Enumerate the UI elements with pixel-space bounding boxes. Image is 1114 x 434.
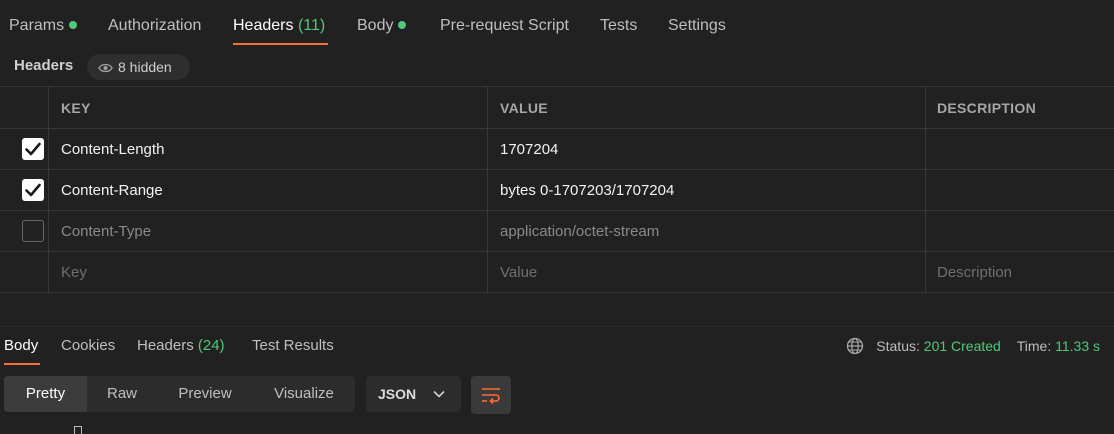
view-mode-selector: Pretty Raw Preview Visualize [4, 376, 355, 412]
row-checkbox[interactable] [22, 179, 44, 201]
new-value-input[interactable]: Value [488, 252, 926, 292]
response-tab-cookies[interactable]: Cookies [61, 327, 115, 365]
tab-settings[interactable]: Settings [668, 0, 726, 46]
view-visualize-button[interactable]: Visualize [253, 376, 355, 412]
row-checkbox[interactable] [22, 138, 44, 160]
view-pretty-button[interactable]: Pretty [4, 376, 87, 412]
status-label: Status: [876, 338, 920, 354]
response-time[interactable]: 11.33 s [1055, 338, 1100, 354]
tab-headers[interactable]: Headers (11) [233, 0, 325, 46]
active-tab-indicator [233, 43, 328, 45]
header-key-cell[interactable]: Content-Length [49, 129, 488, 169]
hidden-headers-toggle[interactable]: 8 hidden [87, 54, 190, 80]
column-value: VALUE [488, 87, 926, 128]
column-key: KEY [49, 87, 488, 128]
tab-body[interactable]: Body [357, 0, 407, 46]
header-value-cell[interactable]: 1707204 [488, 129, 926, 169]
wrap-lines-icon [482, 388, 500, 404]
response-status-area: Status: 201 Created Time: 11.33 s [846, 327, 1100, 365]
view-raw-button[interactable]: Raw [87, 376, 157, 412]
time-label: Time: [1016, 338, 1052, 354]
header-value-cell[interactable]: application/octet-stream [488, 211, 926, 251]
response-body-fragment [74, 426, 82, 434]
response-headers-count: (24) [197, 337, 225, 354]
chevron-down-icon [433, 390, 445, 398]
response-tab-test-results[interactable]: Test Results [252, 327, 334, 365]
new-description-input[interactable]: Description [926, 252, 1114, 292]
headers-table: KEY VALUE DESCRIPTION Content-Length 170… [0, 86, 1114, 293]
table-row: Content-Type application/octet-stream [0, 211, 1114, 252]
header-key-cell[interactable]: Content-Range [49, 170, 488, 210]
table-row: Content-Length 1707204 [0, 129, 1114, 170]
header-value-cell[interactable]: bytes 0-1707203/1707204 [488, 170, 926, 210]
view-preview-button[interactable]: Preview [157, 376, 253, 412]
new-header-row: Key Value Description [0, 252, 1114, 293]
active-response-tab-indicator [4, 363, 40, 365]
body-modified-dot [398, 21, 407, 29]
table-row: Content-Range bytes 0-1707203/1707204 [0, 170, 1114, 211]
new-key-input[interactable]: Key [49, 252, 488, 292]
table-header-row: KEY VALUE DESCRIPTION [0, 87, 1114, 129]
response-tab-body[interactable]: Body [4, 327, 38, 365]
header-key-cell[interactable]: Content-Type [49, 211, 488, 251]
status-code[interactable]: 201 Created [924, 338, 1001, 354]
headers-section-title: Headers [14, 57, 74, 74]
globe-icon[interactable] [846, 337, 864, 355]
response-tabs: Body Cookies Headers (24) Test Results S… [0, 326, 1114, 366]
tab-tests[interactable]: Tests [600, 0, 637, 46]
format-select[interactable]: JSON [366, 376, 461, 412]
header-description-cell[interactable] [926, 129, 1114, 169]
check-icon [25, 183, 41, 197]
eye-icon [98, 63, 113, 73]
row-checkbox[interactable] [22, 220, 44, 242]
request-tabs: Params Authorization Headers (11) Body P… [0, 0, 1114, 46]
wrap-lines-button[interactable] [471, 376, 511, 414]
header-description-cell[interactable] [926, 170, 1114, 210]
tab-params[interactable]: Params [9, 0, 78, 46]
check-icon [25, 142, 41, 156]
tab-pre-request-script[interactable]: Pre-request Script [440, 0, 569, 46]
headers-count: (11) [297, 17, 326, 34]
tab-authorization[interactable]: Authorization [108, 0, 201, 46]
params-modified-dot [69, 21, 78, 29]
column-description: DESCRIPTION [937, 100, 1036, 116]
header-description-cell[interactable] [926, 211, 1114, 251]
response-tab-headers[interactable]: Headers (24) [137, 327, 225, 365]
